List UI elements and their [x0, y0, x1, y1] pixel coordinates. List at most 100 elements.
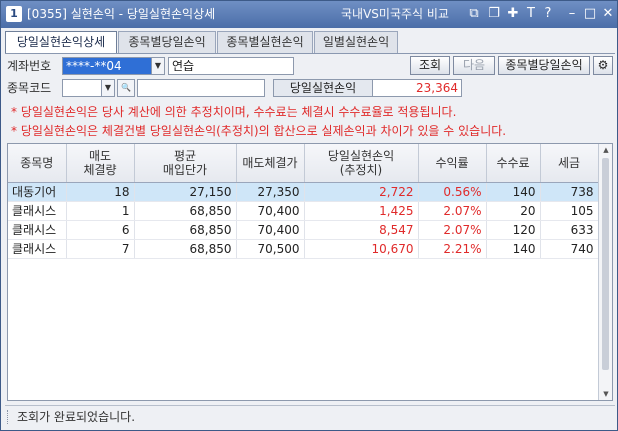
- column-header[interactable]: 세금: [540, 144, 599, 183]
- maximize-icon[interactable]: □: [581, 5, 599, 23]
- column-header[interactable]: 수익률: [418, 144, 487, 183]
- cell-sell-price: 70,400: [236, 201, 305, 221]
- tab-by-stock-daily[interactable]: 종목별당일손익: [118, 31, 216, 53]
- account-name-field: 연습: [168, 57, 294, 75]
- notice-line-2: * 당일실현손익은 체결건별 당일실현손익(추정치)의 합산으로 실제손익과 차…: [11, 124, 507, 138]
- cell-sell-price: 70,500: [236, 239, 305, 259]
- font-size-icon[interactable]: T: [522, 5, 540, 23]
- column-header[interactable]: 종목명: [8, 144, 67, 183]
- table-row[interactable]: 클래시스 6 68,850 70,400 8,547 2.07% 120 633: [8, 220, 599, 240]
- pnl-grid: 종목명 매도 체결량 평균 매입단가 매도체결가 당일실현손익 (추정치) 수익률 수수료 세금 대…: [7, 143, 613, 401]
- cell-realized-pnl: 1,425: [304, 201, 419, 221]
- cell-return-rate: 0.56%: [418, 182, 487, 202]
- column-header[interactable]: 평균 매입단가: [134, 144, 237, 183]
- pin-icon[interactable]: ✚: [504, 5, 522, 23]
- close-icon[interactable]: ✕: [599, 5, 617, 23]
- cell-stock-name: 클래시스: [8, 201, 67, 221]
- column-header-line: (추정치): [339, 162, 383, 177]
- column-header[interactable]: 매도체결가: [236, 144, 305, 183]
- column-header-line: 매도: [88, 148, 112, 163]
- pnl-table: 종목명 매도 체결량 평균 매입단가 매도체결가 당일실현손익 (추정치) 수익률 수수료 세금 대…: [8, 144, 599, 259]
- scroll-thumb[interactable]: [602, 158, 609, 370]
- status-bar: 조회가 완료되었습니다.: [5, 405, 615, 427]
- minimize-icon[interactable]: –: [563, 5, 581, 23]
- link-icon[interactable]: ⧉: [465, 5, 483, 23]
- table-row[interactable]: 클래시스 1 68,850 70,400 1,425 2.07% 20 105: [8, 201, 599, 221]
- cell-fee: 140: [486, 239, 541, 259]
- cell-sell-qty: 18: [66, 182, 135, 202]
- cell-stock-name: 클래시스: [8, 220, 67, 240]
- account-input[interactable]: ****-**04: [62, 57, 152, 75]
- column-header-line: 매입단가: [162, 162, 208, 177]
- grip-icon: [7, 410, 10, 424]
- cell-tax: 740: [540, 239, 599, 259]
- account-dropdown-icon[interactable]: ▼: [151, 57, 165, 75]
- cell-fee: 140: [486, 182, 541, 202]
- cell-avg-price: 68,850: [134, 239, 237, 259]
- stock-dropdown-icon[interactable]: ▼: [101, 79, 115, 97]
- summary-value: 23,364: [372, 79, 462, 97]
- column-header-line: 평균: [173, 148, 197, 163]
- cell-fee: 20: [486, 201, 541, 221]
- stock-code-input[interactable]: [62, 79, 102, 97]
- cell-sell-price: 27,350: [236, 182, 305, 202]
- cell-realized-pnl: 10,670: [304, 239, 419, 259]
- summary-label: 당일실현손익: [273, 79, 373, 97]
- tab-daily-realized[interactable]: 일별실현손익: [314, 31, 398, 53]
- cell-realized-pnl: 8,547: [304, 220, 419, 240]
- cell-tax: 105: [540, 201, 599, 221]
- cell-fee: 120: [486, 220, 541, 240]
- cell-sell-qty: 6: [66, 220, 135, 240]
- help-icon[interactable]: ?: [539, 5, 557, 23]
- query-button[interactable]: 조회: [410, 56, 450, 75]
- table-header-row: 종목명 매도 체결량 평균 매입단가 매도체결가 당일실현손익 (추정치) 수익률 수수료 세금: [8, 144, 599, 183]
- cell-stock-name: 대동기어: [8, 182, 67, 202]
- cell-stock-name: 클래시스: [8, 239, 67, 259]
- cell-avg-price: 68,850: [134, 201, 237, 221]
- column-header-line: 종목명: [20, 155, 54, 170]
- scroll-down-icon[interactable]: ▼: [599, 388, 613, 400]
- settings-gear-icon[interactable]: ⚙: [593, 56, 613, 75]
- search-icon[interactable]: 🔍: [117, 79, 135, 97]
- table-row[interactable]: 클래시스 7 68,850 70,500 10,670 2.21% 140 740: [8, 239, 599, 259]
- tab-by-stock-realized[interactable]: 종목별실현손익: [217, 31, 313, 53]
- column-header[interactable]: 매도 체결량: [66, 144, 135, 183]
- cell-return-rate: 2.21%: [418, 239, 487, 259]
- cell-sell-price: 70,400: [236, 220, 305, 240]
- column-header-line: 세금: [557, 155, 581, 170]
- table-row[interactable]: 대동기어 18 27,150 27,350 2,722 0.56% 140 738: [8, 182, 599, 202]
- cell-tax: 633: [540, 220, 599, 240]
- stock-code-label: 종목코드: [7, 81, 52, 95]
- column-header-line: 수수료: [496, 155, 530, 170]
- compare-link[interactable]: 국내VS미국주식 비교: [341, 6, 449, 22]
- next-button[interactable]: 다음: [453, 56, 495, 75]
- column-header-line: 당일실현손익: [327, 148, 395, 163]
- window-restore-icon[interactable]: ❐: [485, 5, 503, 23]
- title-bar[interactable]: 1 [0355] 실현손익 - 당일실현손익상세 국내VS미국주식 비교 ⧉ ❐…: [1, 1, 617, 28]
- query-panel: 계좌번호 ****-**04 ▼ 연습 조회 다음 종목별당일손익 ⚙ 종목코드…: [5, 53, 615, 141]
- status-text: 조회가 완료되었습니다.: [17, 410, 136, 424]
- app-window: 1 [0355] 실현손익 - 당일실현손익상세 국내VS미국주식 비교 ⧉ ❐…: [0, 0, 618, 431]
- tab-daily-realized-detail[interactable]: 당일실현손익상세: [5, 31, 117, 54]
- vertical-scrollbar[interactable]: ▲ ▼: [598, 144, 612, 400]
- stock-name-field: [137, 79, 265, 97]
- cell-sell-qty: 7: [66, 239, 135, 259]
- column-header[interactable]: 당일실현손익 (추정치): [304, 144, 419, 183]
- notice-line-1: * 당일실현손익은 당사 계산에 의한 추정치이며, 수수료는 체결시 수수료율…: [11, 105, 457, 119]
- column-header-line: 매도체결가: [242, 155, 298, 170]
- cell-realized-pnl: 2,722: [304, 182, 419, 202]
- cell-avg-price: 27,150: [134, 182, 237, 202]
- cell-tax: 738: [540, 182, 599, 202]
- cell-return-rate: 2.07%: [418, 201, 487, 221]
- column-header-line: 체결량: [83, 162, 117, 177]
- by-stock-daily-button[interactable]: 종목별당일손익: [498, 56, 590, 75]
- scroll-up-icon[interactable]: ▲: [599, 144, 613, 156]
- window-title: [0355] 실현손익 - 당일실현손익상세: [27, 7, 216, 21]
- cell-return-rate: 2.07%: [418, 220, 487, 240]
- column-header-line: 수익률: [435, 155, 469, 170]
- account-label: 계좌번호: [7, 59, 52, 73]
- cell-avg-price: 68,850: [134, 220, 237, 240]
- column-header[interactable]: 수수료: [486, 144, 541, 183]
- cell-sell-qty: 1: [66, 201, 135, 221]
- app-number-icon[interactable]: 1: [6, 6, 22, 22]
